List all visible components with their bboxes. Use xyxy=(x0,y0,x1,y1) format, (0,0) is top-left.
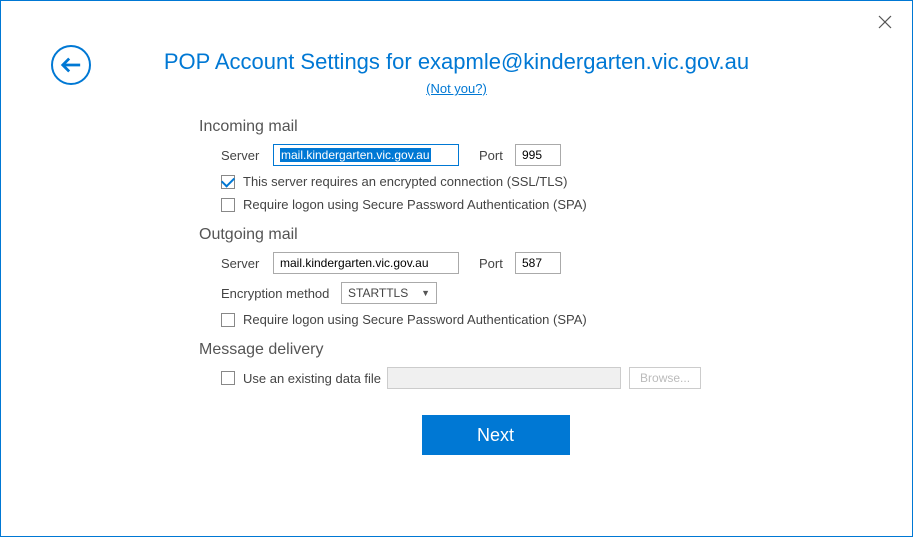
arrow-left-icon xyxy=(60,54,82,76)
encryption-method-dropdown[interactable]: STARTTLS ▼ xyxy=(341,282,437,304)
incoming-ssl-row: This server requires an encrypted connec… xyxy=(221,174,792,189)
back-button[interactable] xyxy=(51,45,91,85)
not-you-link[interactable]: (Not you?) xyxy=(426,81,487,96)
incoming-server-input[interactable] xyxy=(273,144,459,166)
outgoing-enc-label: Encryption method xyxy=(221,286,341,301)
outgoing-server-input[interactable] xyxy=(273,252,459,274)
delivery-heading: Message delivery xyxy=(199,341,792,359)
outgoing-server-row: Server Port xyxy=(221,252,792,274)
outgoing-spa-checkbox[interactable] xyxy=(221,313,235,327)
close-button[interactable] xyxy=(878,15,892,29)
incoming-port-input[interactable] xyxy=(515,144,561,166)
form-content: Incoming mail Server mail.kindergarten.v… xyxy=(199,118,792,455)
use-existing-file-label: Use an existing data file xyxy=(243,371,381,386)
data-file-path-input xyxy=(387,367,621,389)
incoming-spa-label: Require logon using Secure Password Auth… xyxy=(243,197,587,212)
outgoing-enc-row: Encryption method STARTTLS ▼ xyxy=(221,282,792,304)
incoming-spa-checkbox[interactable] xyxy=(221,198,235,212)
outgoing-spa-label: Require logon using Secure Password Auth… xyxy=(243,312,587,327)
chevron-down-icon: ▼ xyxy=(421,288,430,298)
incoming-spa-row: Require logon using Secure Password Auth… xyxy=(221,197,792,212)
incoming-ssl-checkbox[interactable] xyxy=(221,175,235,189)
page-title: POP Account Settings for exapmle@kinderg… xyxy=(1,49,912,75)
incoming-server-label: Server xyxy=(221,148,273,163)
browse-button: Browse... xyxy=(629,367,701,389)
next-button[interactable]: Next xyxy=(422,415,570,455)
outgoing-port-label: Port xyxy=(479,256,515,271)
header: POP Account Settings for exapmle@kinderg… xyxy=(1,1,912,98)
encryption-method-value: STARTTLS xyxy=(348,286,408,300)
incoming-heading: Incoming mail xyxy=(199,118,792,136)
use-existing-file-checkbox[interactable] xyxy=(221,371,235,385)
outgoing-port-input[interactable] xyxy=(515,252,561,274)
outgoing-heading: Outgoing mail xyxy=(199,226,792,244)
incoming-server-row: Server mail.kindergarten.vic.gov.au Port xyxy=(221,144,792,166)
incoming-ssl-label: This server requires an encrypted connec… xyxy=(243,174,567,189)
outgoing-spa-row: Require logon using Secure Password Auth… xyxy=(221,312,792,327)
outgoing-server-label: Server xyxy=(221,256,273,271)
settings-window: POP Account Settings for exapmle@kinderg… xyxy=(0,0,913,537)
delivery-file-row: Use an existing data file Browse... xyxy=(221,367,792,389)
incoming-port-label: Port xyxy=(479,148,515,163)
